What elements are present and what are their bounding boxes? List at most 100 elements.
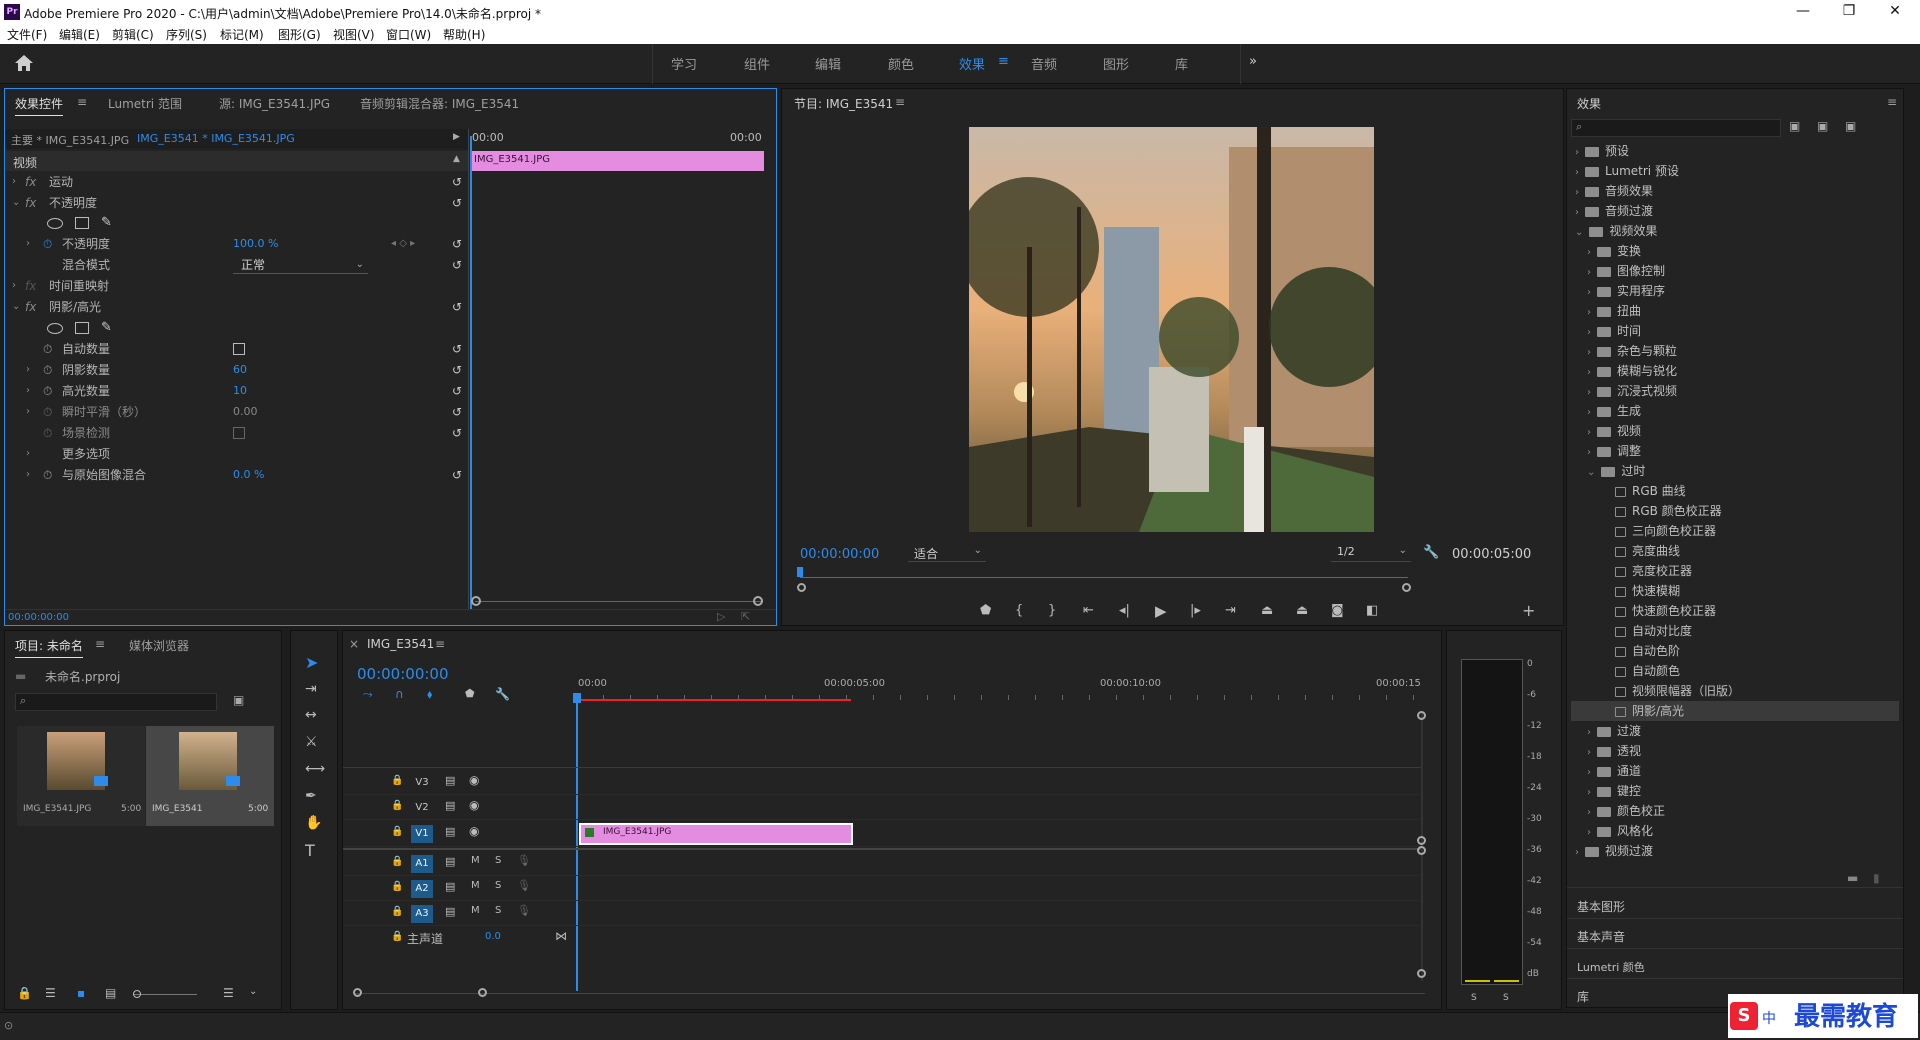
- stopwatch-icon[interactable]: ⏱: [43, 381, 52, 401]
- lock-icon[interactable]: 🔒: [391, 931, 403, 942]
- reset-icon[interactable]: ↺: [452, 297, 462, 317]
- razor-tool-icon[interactable]: ⚔: [305, 734, 318, 750]
- sort-icon[interactable]: ☰: [223, 986, 234, 1000]
- mic-icon[interactable]: 🎙: [517, 904, 531, 917]
- workspace-graphics[interactable]: 图形: [1103, 54, 1129, 73]
- solo-button[interactable]: S: [495, 905, 501, 916]
- hand-tool-icon[interactable]: ✋: [305, 815, 322, 831]
- tree-audio-effects[interactable]: › 音频效果: [1567, 181, 1653, 201]
- project-search-input[interactable]: ⌕: [15, 693, 217, 711]
- menu-view[interactable]: 视图(V): [333, 26, 375, 43]
- libraries-tab[interactable]: 库: [1577, 988, 1589, 1005]
- track-label-v3[interactable]: V3: [411, 774, 433, 792]
- comparison-view-icon[interactable]: ◧: [1366, 603, 1378, 618]
- tree-luma-corrector[interactable]: 亮度校正器: [1615, 561, 1692, 581]
- lift-icon[interactable]: ⏏: [1261, 603, 1273, 618]
- sync-lock-icon[interactable]: ▤: [445, 855, 455, 868]
- pen-tool-icon[interactable]: ✒: [305, 788, 317, 804]
- export-frame-icon[interactable]: ◙: [1331, 603, 1344, 618]
- tree-stylize[interactable]: › 风格化: [1579, 821, 1653, 841]
- solo-button[interactable]: S: [495, 855, 501, 866]
- tree-video-transitions[interactable]: › 视频过渡: [1567, 841, 1653, 861]
- find-icon[interactable]: ▣: [233, 693, 244, 707]
- selection-tool-icon[interactable]: ➤: [305, 653, 318, 672]
- tree-blur-sharpen[interactable]: › 模糊与锐化: [1579, 361, 1677, 381]
- 32bit-effects-icon[interactable]: ▣: [1817, 119, 1828, 133]
- workspace-assembly[interactable]: 组件: [744, 54, 770, 73]
- master-volume-value[interactable]: 0.0: [485, 931, 501, 942]
- workspace-editing[interactable]: 编辑: [815, 54, 841, 73]
- zoom-handle-left[interactable]: [353, 988, 362, 997]
- tree-utility[interactable]: › 实用程序: [1579, 281, 1665, 301]
- timeline-menu-icon[interactable]: ≡: [435, 637, 445, 651]
- tree-video[interactable]: › 视频: [1579, 421, 1641, 441]
- timeline-ruler[interactable]: 00:00 00:00:05:00 00:00:10:00 00:00:15: [576, 671, 1436, 701]
- rectangle-mask-icon[interactable]: [75, 322, 89, 334]
- ellipse-mask-icon[interactable]: [47, 323, 63, 334]
- timeline-close-icon[interactable]: ×: [349, 637, 359, 651]
- step-back-icon[interactable]: ◂|: [1119, 603, 1130, 618]
- project-menu-icon[interactable]: ≡: [95, 637, 105, 651]
- go-to-end-icon[interactable]: ⋈: [555, 929, 567, 943]
- tree-shadow-highlight-selected[interactable]: 阴影/高光: [1571, 701, 1899, 721]
- yuv-effects-icon[interactable]: ▣: [1845, 119, 1856, 133]
- workspace-overflow-icon[interactable]: »: [1249, 54, 1257, 69]
- track-label-v1[interactable]: V1: [411, 825, 433, 843]
- tree-video-limiter[interactable]: 视频限幅器（旧版）: [1615, 681, 1740, 701]
- tree-transform[interactable]: › 变换: [1579, 241, 1641, 261]
- fit-dropdown[interactable]: 适合 ⌄: [908, 544, 986, 562]
- track-select-tool-icon[interactable]: ⇥: [305, 681, 317, 697]
- reset-icon[interactable]: ↺: [452, 360, 462, 380]
- auto-amount-checkbox[interactable]: [233, 343, 245, 355]
- tree-obsolete[interactable]: ⌄ 过时: [1579, 461, 1645, 481]
- slip-tool-icon[interactable]: ⟷: [305, 761, 325, 777]
- effects-panel-title[interactable]: 效果: [1577, 95, 1601, 112]
- lock-icon[interactable]: 🔒: [391, 881, 403, 892]
- lock-icon[interactable]: 🔒: [17, 986, 32, 1000]
- tree-fast-blur[interactable]: 快速模糊: [1615, 581, 1680, 601]
- program-scrubber[interactable]: [800, 577, 1408, 578]
- workspace-learn[interactable]: 学习: [671, 54, 697, 73]
- zoom-handle-right[interactable]: [478, 988, 487, 997]
- tree-channel[interactable]: › 通道: [1579, 761, 1641, 781]
- project-item-sequence[interactable]: IMG_E3541 5:00: [146, 726, 274, 826]
- scroll-handle[interactable]: [1417, 836, 1426, 845]
- tree-presets[interactable]: › 预设: [1567, 141, 1629, 161]
- tab-source[interactable]: 源: IMG_E3541.JPG: [219, 95, 330, 112]
- minimize-button[interactable]: —: [1780, 0, 1826, 24]
- menu-window[interactable]: 窗口(W): [386, 26, 431, 43]
- filter-icon[interactable]: ▷: [717, 610, 725, 623]
- add-button-icon[interactable]: +: [1522, 601, 1535, 620]
- tree-three-way-color[interactable]: 三向颜色校正器: [1615, 521, 1716, 541]
- tree-audio-transitions[interactable]: › 音频过渡: [1567, 201, 1653, 221]
- scroll-up-icon[interactable]: ▲: [453, 154, 460, 164]
- extract-icon[interactable]: ⏏: [1296, 603, 1308, 618]
- sync-lock-icon[interactable]: ▤: [445, 905, 455, 918]
- timeline-timecode[interactable]: 00:00:00:00: [357, 665, 449, 683]
- lock-icon[interactable]: 🔒: [391, 856, 403, 867]
- linked-selection-icon[interactable]: ∩: [395, 687, 404, 701]
- meter-solo-left[interactable]: S: [1471, 993, 1477, 1003]
- reset-icon[interactable]: ↺: [452, 234, 462, 254]
- rectangle-mask-icon[interactable]: [75, 217, 89, 229]
- mute-button[interactable]: M: [471, 905, 480, 916]
- zoom-slider-handle[interactable]: [133, 990, 141, 998]
- tree-color-correction[interactable]: › 颜色校正: [1579, 801, 1665, 821]
- tree-noise-grain[interactable]: › 杂色与颗粒: [1579, 341, 1677, 361]
- play-icon[interactable]: ▶: [1155, 602, 1167, 620]
- mark-out-icon[interactable]: }: [1048, 603, 1056, 618]
- menu-marker[interactable]: 标记(M): [220, 26, 264, 43]
- collapse-arrow-icon[interactable]: ▶: [453, 132, 460, 142]
- mic-icon[interactable]: 🎙: [517, 879, 531, 892]
- reset-icon[interactable]: ↺: [452, 339, 462, 359]
- freeform-view-icon[interactable]: ▤: [105, 986, 116, 1000]
- menu-file[interactable]: 文件(F): [7, 26, 47, 43]
- workspace-effects[interactable]: 效果: [959, 54, 985, 73]
- marker-icon[interactable]: ⬟: [465, 687, 475, 700]
- tree-generate[interactable]: › 生成: [1579, 401, 1641, 421]
- tree-distort[interactable]: › 扭曲: [1579, 301, 1641, 321]
- tab-lumetri-scopes[interactable]: Lumetri 范围: [108, 95, 182, 112]
- lumetri-color-tab[interactable]: Lumetri 颜色: [1577, 959, 1645, 975]
- new-bin-icon[interactable]: ▬: [1847, 871, 1858, 885]
- lock-icon[interactable]: 🔒: [391, 775, 403, 786]
